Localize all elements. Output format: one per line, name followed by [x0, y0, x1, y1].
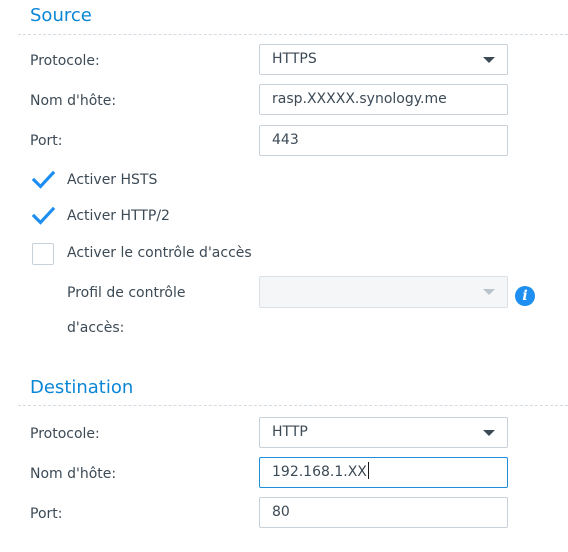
destination-hostname-value: 192.168.1.XX — [272, 464, 367, 480]
source-port-label: Port: — [30, 133, 63, 149]
hsts-label[interactable]: Activer HSTS — [67, 170, 157, 190]
source-hostname-value: rasp.XXXXX.synology.me — [272, 91, 447, 107]
access-profile-label-line2: d'accès: — [67, 320, 125, 336]
source-port-input[interactable]: 443 — [259, 125, 508, 156]
access-control-checkbox[interactable] — [32, 243, 54, 265]
text-cursor — [367, 462, 369, 479]
source-section-title: Source — [30, 5, 92, 26]
source-divider — [18, 34, 568, 35]
destination-protocol-select[interactable]: HTTP — [259, 417, 508, 448]
destination-hostname-label: Nom d'hôte: — [30, 466, 117, 482]
destination-protocol-value: HTTP — [272, 424, 308, 440]
hsts-checkbox[interactable] — [32, 169, 56, 191]
source-protocol-label: Protocole: — [30, 53, 100, 69]
destination-divider — [18, 405, 568, 406]
info-icon[interactable]: i — [515, 286, 535, 306]
source-protocol-select[interactable]: HTTPS — [259, 44, 508, 75]
source-hostname-label: Nom d'hôte: — [30, 93, 117, 109]
destination-section-title: Destination — [30, 377, 134, 398]
destination-protocol-label: Protocole: — [30, 426, 100, 442]
access-profile-select[interactable] — [259, 276, 508, 308]
destination-port-value: 80 — [272, 504, 290, 520]
access-profile-label-line1: Profil de contrôle — [67, 285, 186, 301]
chevron-down-icon — [483, 430, 495, 436]
source-port-value: 443 — [272, 132, 299, 148]
destination-port-label: Port: — [30, 506, 63, 522]
access-control-label[interactable]: Activer le contrôle d'accès — [67, 243, 252, 263]
http2-label[interactable]: Activer HTTP/2 — [67, 206, 170, 226]
source-hostname-input[interactable]: rasp.XXXXX.synology.me — [259, 84, 508, 115]
destination-hostname-input[interactable]: 192.168.1.XX — [259, 457, 508, 488]
http2-checkbox[interactable] — [32, 205, 56, 227]
chevron-down-icon — [483, 57, 495, 63]
source-protocol-value: HTTPS — [272, 51, 317, 67]
chevron-down-icon — [483, 289, 495, 295]
destination-port-input[interactable]: 80 — [259, 497, 508, 528]
checkmark-icon — [32, 170, 56, 189]
checkmark-icon — [32, 206, 56, 225]
